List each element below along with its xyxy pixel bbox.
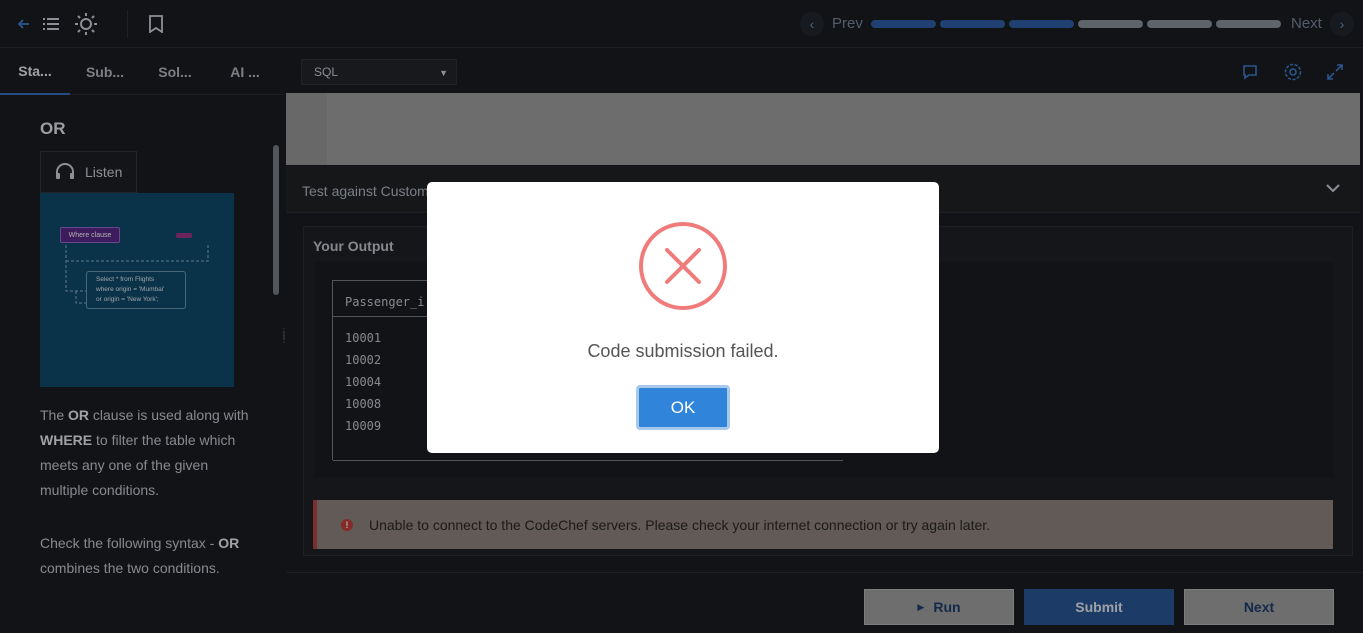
submission-failed-dialog: Code submission failed. OK bbox=[427, 182, 939, 453]
ok-button[interactable]: OK bbox=[636, 385, 730, 430]
error-x-icon bbox=[639, 222, 727, 310]
dialog-message: Code submission failed. bbox=[587, 341, 779, 361]
